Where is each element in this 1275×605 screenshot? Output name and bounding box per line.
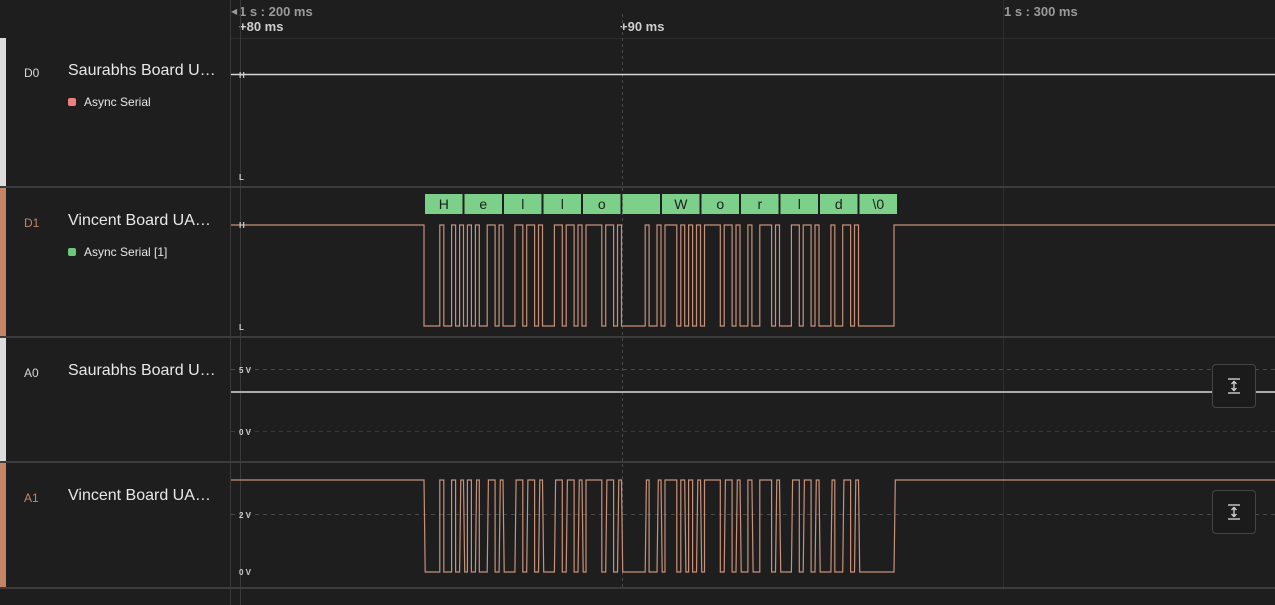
decoded-byte-label: W <box>674 196 688 212</box>
d1-waveform <box>231 224 1275 327</box>
decoded-byte-label: l <box>521 196 524 212</box>
decoded-byte-label: r <box>757 196 762 212</box>
fit-vertical-button-a1[interactable] <box>1212 490 1256 534</box>
a0-bottom-label: 0 V <box>239 428 252 437</box>
decoded-byte-label: d <box>835 196 843 212</box>
fit-vertical-button-a0[interactable] <box>1212 364 1256 408</box>
decoded-byte-label: l <box>798 196 801 212</box>
decoded-byte-label: o <box>598 196 606 212</box>
decoded-bytes-row[interactable]: He l l o Wo r l d \0 <box>425 194 897 214</box>
decoded-byte-label: H <box>439 196 449 212</box>
decoded-byte-label: \0 <box>872 196 884 212</box>
waveform-canvas[interactable]: H L He l l o Wo r l d \0 H L 5 V 0 V 2 V 0 V <box>0 0 1275 605</box>
decoded-byte-box[interactable] <box>622 194 661 214</box>
d1-high-label: H <box>239 221 245 230</box>
a1-mid-label: 2 V <box>239 511 252 520</box>
a1-waveform <box>231 479 1275 573</box>
a0-top-label: 5 V <box>239 366 252 375</box>
d0-high-label: H <box>239 71 245 80</box>
decoded-byte-label: o <box>716 196 724 212</box>
a1-bottom-label: 0 V <box>239 568 252 577</box>
fit-vertical-icon <box>1228 378 1240 394</box>
decoded-byte-label: e <box>479 196 487 212</box>
fit-vertical-icon <box>1228 504 1240 520</box>
decoded-byte-label: l <box>561 196 564 212</box>
d1-low-label: L <box>239 323 244 332</box>
d0-low-label: L <box>239 173 244 182</box>
